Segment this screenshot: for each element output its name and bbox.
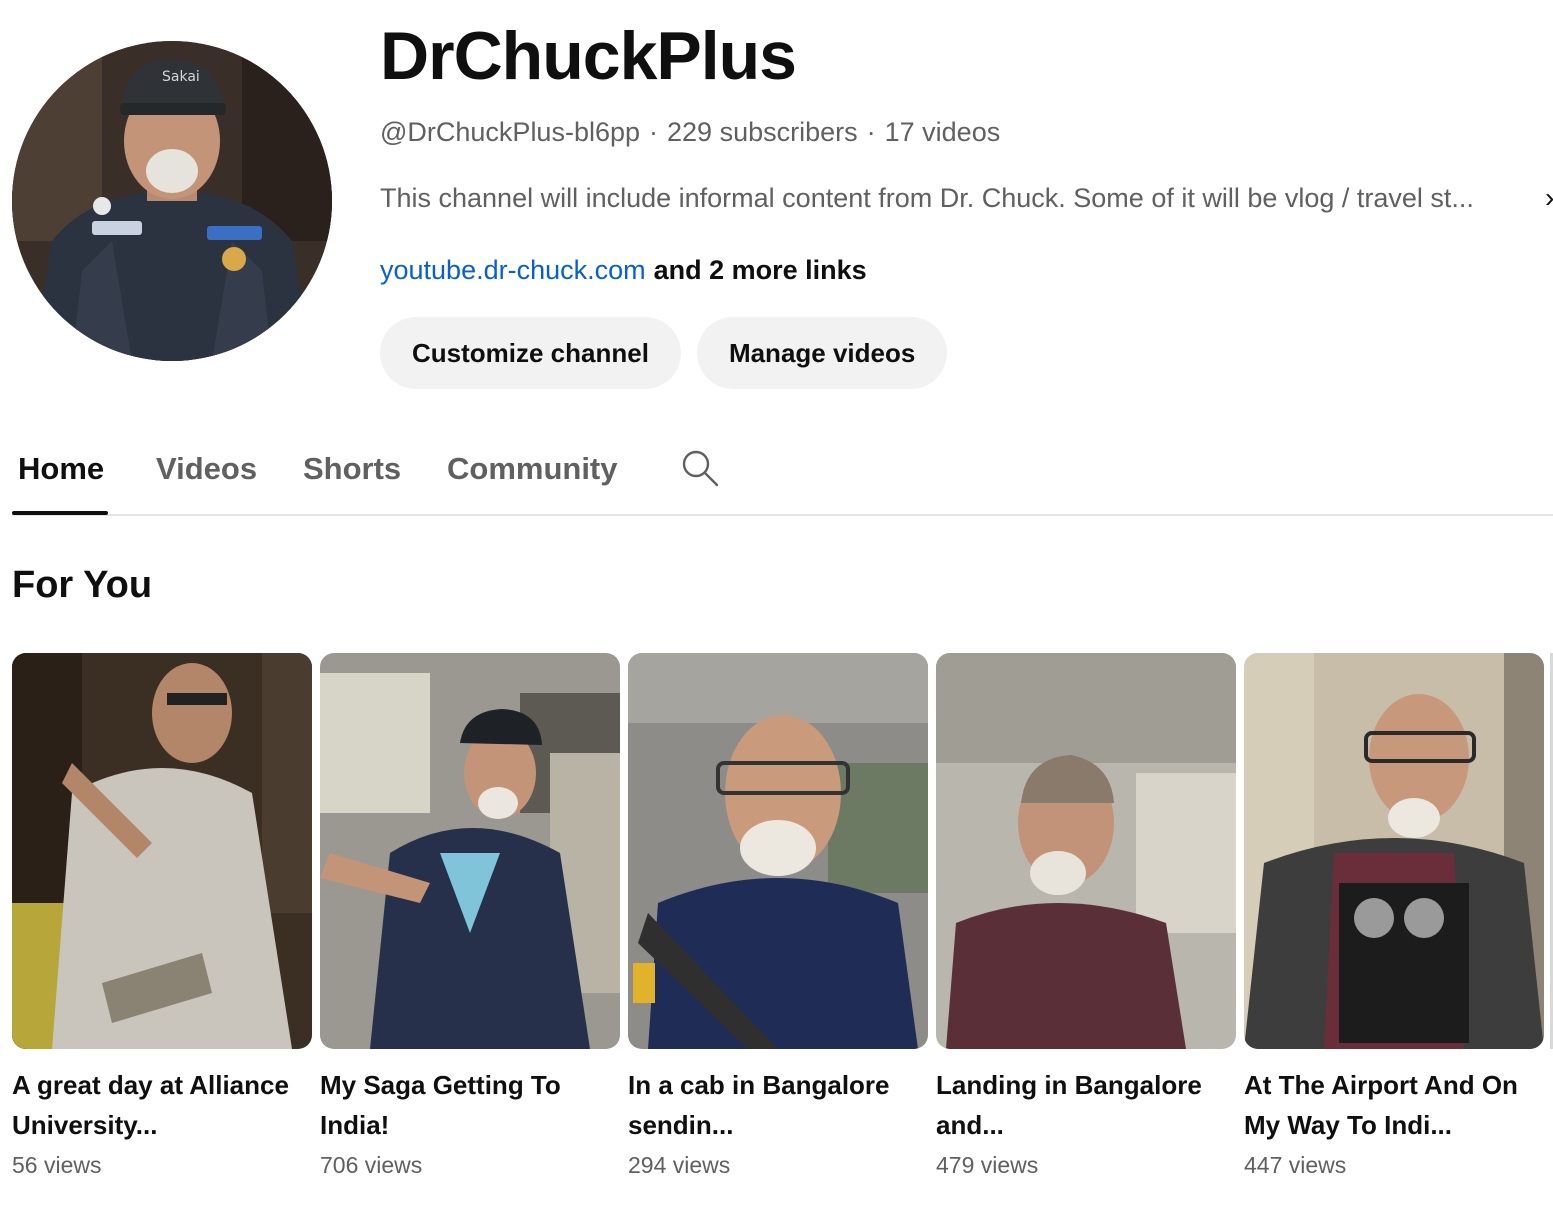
meta-separator: · [866,117,876,147]
short-views: 479 views [936,1152,1039,1178]
short-title[interactable]: In a cab in Bangalore sendin... [628,1065,928,1145]
video-count: 17 videos [884,117,1001,147]
short-title[interactable]: A great day at Alliance University... [12,1065,312,1145]
chevron-right-icon[interactable]: › [1545,180,1553,216]
svg-text:Sakai: Sakai [162,69,200,85]
channel-tabs: Home Videos Shorts Community [12,430,1553,516]
channel-link[interactable]: youtube.dr-chuck.com [380,255,646,285]
avatar-image: Sakai [12,41,332,361]
short-card[interactable]: At The Airport And On My Way To Indi... … [1244,653,1544,1181]
short-card[interactable]: Landing in Bangalore and... 479 views [936,653,1236,1181]
short-thumbnail[interactable] [320,653,620,1049]
tab-home[interactable]: Home [18,448,104,490]
search-icon[interactable] [680,448,720,488]
manage-videos-button[interactable]: Manage videos [696,317,948,389]
channel-description[interactable]: This channel will include informal conte… [380,180,1553,216]
short-thumbnail[interactable] [936,653,1236,1049]
channel-links: youtube.dr-chuck.com and 2 more links [380,252,867,288]
tab-community[interactable]: Community [447,448,618,490]
short-views: 706 views [320,1152,423,1178]
channel-actions: Customize channel Manage videos [380,317,948,389]
customize-channel-button[interactable]: Customize channel [380,317,681,389]
short-title[interactable]: At The Airport And On My Way To Indi... [1244,1065,1544,1145]
channel-page: Sakai DrChuckPlus @DrChuckPlus-bl6pp · 229… [0,0,1553,1231]
short-views: 56 views [12,1152,102,1178]
tab-shorts[interactable]: Shorts [303,448,401,490]
tab-videos[interactable]: Videos [156,448,257,490]
short-card[interactable]: My Saga Getting To India! 706 views [320,653,620,1181]
channel-info: DrChuckPlus @DrChuckPlus-bl6pp · 229 subsc… [380,14,1553,389]
subscriber-count: 229 subscribers [667,117,858,147]
short-card[interactable]: A great day at Alliance University... 56… [12,653,312,1181]
channel-handle: @DrChuckPlus-bl6pp [380,117,641,147]
description-text: This channel will include informal conte… [380,183,1474,213]
short-views: 294 views [628,1152,731,1178]
channel-name: DrChuckPlus [380,18,797,94]
short-title[interactable]: My Saga Getting To India! [320,1065,620,1145]
active-tab-indicator [12,511,108,515]
short-card[interactable]: In a cab in Bangalore sendin... 294 view… [628,653,928,1181]
shorts-shelf: A great day at Alliance University... 56… [12,653,1553,1213]
short-views: 447 views [1244,1152,1347,1178]
short-thumbnail[interactable] [1244,653,1544,1049]
more-links-button[interactable]: and 2 more links [654,255,867,285]
short-title[interactable]: Landing in Bangalore and... [936,1065,1236,1145]
meta-separator: · [649,117,659,147]
short-thumbnail[interactable] [12,653,312,1049]
channel-meta: @DrChuckPlus-bl6pp · 229 subscribers · 17 vi… [380,114,1550,150]
short-thumbnail[interactable] [628,653,928,1049]
section-title: For You [12,564,153,606]
channel-avatar[interactable]: Sakai [12,41,332,361]
